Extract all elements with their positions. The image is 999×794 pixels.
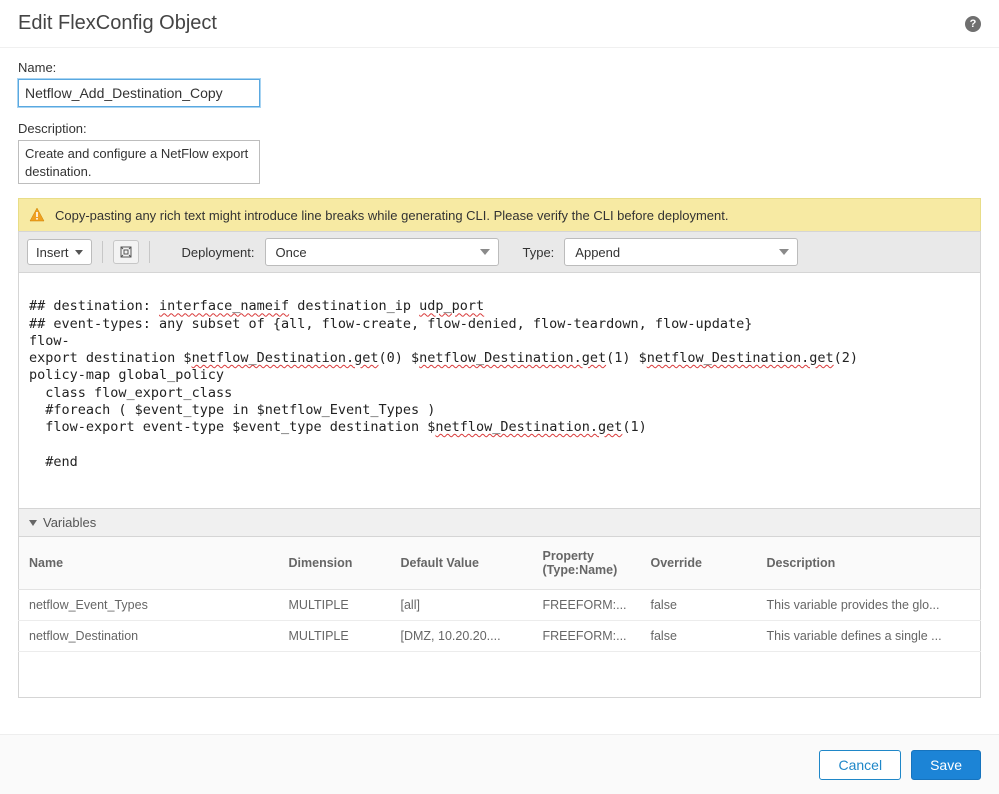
cell-default_value: [all] — [391, 590, 533, 621]
chevron-down-icon — [779, 249, 789, 255]
deployment-select[interactable]: Once — [265, 238, 499, 266]
deployment-label: Deployment: — [182, 245, 255, 260]
table-row[interactable]: netflow_Event_TypesMULTIPLE[all]FREEFORM… — [19, 590, 981, 621]
cell-override: false — [641, 621, 757, 652]
separator — [149, 241, 150, 263]
cell-property: FREEFORM:... — [533, 621, 641, 652]
table-row[interactable]: netflow_DestinationMULTIPLE[DMZ, 10.20.2… — [19, 621, 981, 652]
chevron-down-icon — [75, 250, 83, 255]
deployment-value: Once — [276, 245, 307, 260]
help-icon[interactable]: ? — [965, 16, 981, 32]
chevron-down-icon — [29, 520, 37, 526]
description-label: Description: — [18, 121, 981, 136]
description-field[interactable] — [18, 140, 260, 184]
warning-text: Copy-pasting any rich text might introdu… — [55, 208, 728, 223]
type-select[interactable]: Append — [564, 238, 798, 266]
name-label: Name: — [18, 60, 981, 75]
cell-override: false — [641, 590, 757, 621]
type-label: Type: — [523, 245, 555, 260]
type-value: Append — [575, 245, 620, 260]
dialog-footer: Cancel Save — [0, 734, 999, 794]
insert-label: Insert — [36, 245, 69, 260]
expand-grid-icon — [119, 245, 133, 259]
col-description: Description — [757, 537, 981, 590]
insert-button[interactable]: Insert — [27, 239, 92, 265]
col-dimension: Dimension — [279, 537, 391, 590]
cell-description: This variable provides the glo... — [757, 590, 981, 621]
cell-name: netflow_Event_Types — [19, 590, 279, 621]
variables-section-label: Variables — [43, 515, 96, 530]
col-name: Name — [19, 537, 279, 590]
chevron-down-icon — [480, 249, 490, 255]
cell-default_value: [DMZ, 10.20.20.... — [391, 621, 533, 652]
editor-toolbar: Insert Deployment: Once Type: Append — [18, 231, 981, 272]
page-title: Edit FlexConfig Object — [18, 12, 217, 35]
col-default-value: Default Value — [391, 537, 533, 590]
save-button[interactable]: Save — [911, 750, 981, 780]
variables-table: Name Dimension Default Value Property (T… — [18, 537, 981, 698]
cli-editor[interactable]: ## destination: interface_nameif destina… — [18, 272, 981, 508]
cell-description: This variable defines a single ... — [757, 621, 981, 652]
col-override: Override — [641, 537, 757, 590]
variables-section-header[interactable]: Variables — [18, 508, 981, 537]
expand-grid-button[interactable] — [113, 240, 139, 264]
cell-dimension: MULTIPLE — [279, 621, 391, 652]
col-property: Property (Type:Name) — [533, 537, 641, 590]
cell-name: netflow_Destination — [19, 621, 279, 652]
cancel-button[interactable]: Cancel — [819, 750, 901, 780]
cell-property: FREEFORM:... — [533, 590, 641, 621]
cell-dimension: MULTIPLE — [279, 590, 391, 621]
name-field[interactable] — [18, 79, 260, 107]
warning-icon — [29, 207, 45, 223]
separator — [102, 241, 103, 263]
warning-banner: Copy-pasting any rich text might introdu… — [18, 198, 981, 231]
